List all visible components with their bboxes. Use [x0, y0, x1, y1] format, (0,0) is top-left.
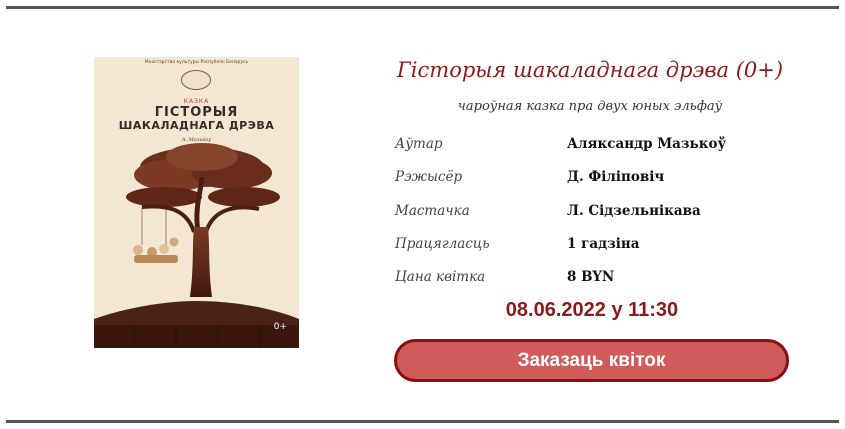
info-label: Рэжысёр: [395, 169, 463, 185]
info-row-price: Цана квіткa 8 BYN: [395, 269, 795, 289]
show-title: Гісторыя шакаладнага дрэва (0+): [396, 58, 784, 82]
order-ticket-button[interactable]: Заказаць квіток: [394, 339, 789, 382]
top-divider: [6, 6, 839, 9]
info-row-director: Рэжысёр Д. Філіповіч: [395, 169, 795, 189]
info-row-artist: Мастачка Л. Сідзельнікава: [395, 203, 795, 223]
info-value: Аляксандр Мазькоў: [567, 136, 727, 152]
info-value: Л. Сідзельнікава: [567, 203, 701, 219]
info-value: 1 гадзіна: [567, 236, 640, 252]
info-label: Працягласць: [395, 236, 490, 252]
chocolate-tree-illustration: [94, 143, 299, 348]
show-subtitle: чароўная казка пра двух юных эльфаў: [457, 99, 723, 114]
bottom-divider: [6, 420, 839, 423]
info-row-duration: Працягласць 1 гадзіна: [395, 236, 795, 256]
show-datetime: 08.06.2022 у 11:30: [505, 299, 679, 321]
info-label: Аўтар: [395, 136, 443, 152]
info-value: Д. Філіповіч: [567, 169, 665, 185]
show-poster[interactable]: Міністэрства культуры Рэспублікі Беларус…: [94, 57, 299, 348]
info-label: Цана квіткa: [395, 269, 486, 285]
info-row-author: Аўтар Аляксандр Мазькоў: [395, 136, 795, 156]
poster-age-rating: 0+: [273, 322, 287, 332]
info-value: 8 BYN: [567, 269, 615, 285]
info-label: Мастачка: [395, 203, 470, 219]
